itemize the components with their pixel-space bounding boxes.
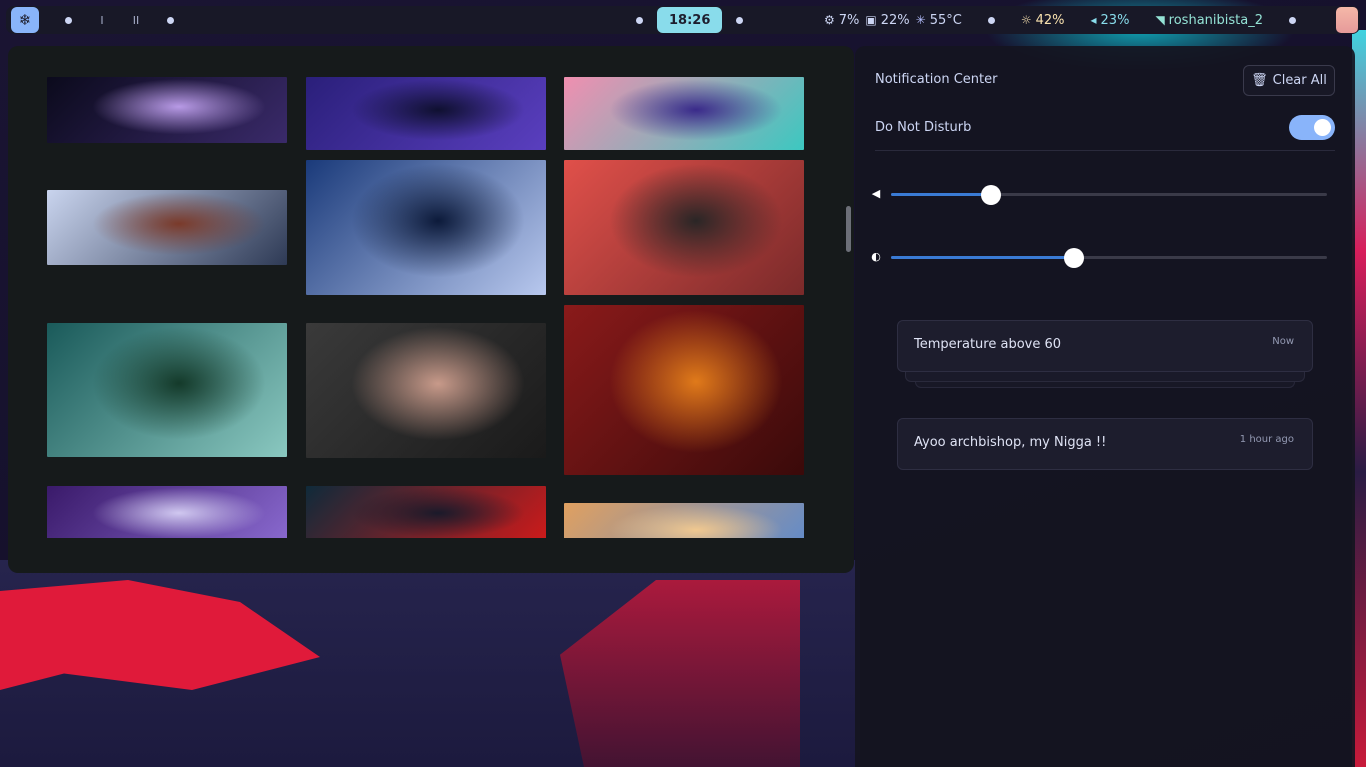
top-bar: ❄ I II 18:26 ⚙ 7% ▣ 22% ✳ 55°C ☼ 42% ◂ 2… bbox=[6, 6, 1360, 34]
notification-stack-shadow bbox=[905, 372, 1305, 382]
workspace-1[interactable] bbox=[51, 16, 85, 24]
system-stats: ⚙ 7% ▣ 22% ✳ 55°C ☼ 42% ◂ 23% ◥ roshanib… bbox=[824, 6, 1296, 34]
wallpaper-artwork bbox=[0, 560, 860, 767]
eclipse-warrior-wallpaper[interactable] bbox=[564, 305, 804, 475]
volume-slider-handle[interactable] bbox=[981, 185, 1002, 205]
brightness-value: 42% bbox=[1035, 12, 1065, 28]
do-not-disturb-toggle[interactable] bbox=[1289, 115, 1335, 140]
purple-wings-wallpaper[interactable] bbox=[47, 486, 287, 538]
workspace-3[interactable]: II bbox=[119, 14, 153, 27]
notification-center-title: Notification Center bbox=[875, 72, 998, 87]
notification-title: Temperature above 60 bbox=[914, 337, 1062, 352]
avatar[interactable] bbox=[1336, 7, 1358, 33]
launcher-button[interactable]: ❄ bbox=[11, 7, 39, 33]
clock[interactable]: 18:26 bbox=[657, 7, 723, 33]
red-figure-wallpaper[interactable] bbox=[306, 486, 546, 538]
separator-dot-icon bbox=[1289, 16, 1296, 24]
separator-dot-icon bbox=[636, 16, 643, 24]
wifi-icon: ◥ bbox=[1155, 13, 1165, 27]
memory-icon: ▣ bbox=[865, 13, 877, 27]
clear-all-label: Clear All bbox=[1272, 73, 1327, 88]
clock-group: 18:26 bbox=[636, 6, 744, 34]
volume[interactable]: ◂ 23% bbox=[1091, 13, 1130, 28]
white-haired-girl-wallpaper[interactable] bbox=[306, 160, 546, 295]
notification-card[interactable]: Temperature above 60 Now bbox=[897, 320, 1313, 372]
workspace-4[interactable] bbox=[153, 16, 187, 24]
anime-flower-goddess-wallpaper[interactable] bbox=[564, 77, 804, 150]
network-name: roshanibista_2 bbox=[1168, 12, 1263, 28]
network[interactable]: ◥ roshanibista_2 bbox=[1155, 13, 1263, 28]
notification-title: Ayoo archbishop, my Nigga !! bbox=[914, 435, 1107, 450]
thermometer-icon: ✳ bbox=[915, 13, 926, 27]
cpu-icon: ⚙ bbox=[824, 13, 835, 27]
sunset-sky-wallpaper[interactable] bbox=[564, 503, 804, 538]
speaker-icon: ◂ bbox=[1090, 13, 1097, 27]
temperature-value: 55°C bbox=[929, 12, 962, 28]
volume-value: 23% bbox=[1100, 12, 1130, 28]
separator-dot-icon bbox=[987, 16, 995, 24]
workspace-indicators: I II bbox=[51, 14, 187, 27]
brightness-slider-handle[interactable] bbox=[1064, 248, 1085, 268]
volume-slider-row: ◀ bbox=[869, 183, 1329, 207]
divider bbox=[875, 150, 1335, 151]
cpu-value: 7% bbox=[838, 12, 860, 28]
galaxy-wallpaper[interactable] bbox=[47, 77, 287, 143]
sun-icon: ☼ bbox=[1020, 13, 1032, 27]
workspace-dot-icon bbox=[166, 16, 174, 24]
notification-card[interactable]: Ayoo archbishop, my Nigga !! 1 hour ago bbox=[897, 418, 1313, 470]
memory-value: 22% bbox=[880, 12, 910, 28]
cpu-usage[interactable]: ⚙ 7% bbox=[824, 13, 859, 28]
clear-all-button[interactable]: 🗑 Clear All bbox=[1243, 65, 1335, 96]
trash-icon: 🗑 bbox=[1251, 73, 1268, 88]
do-not-disturb-label: Do Not Disturb bbox=[875, 120, 972, 135]
scrollbar[interactable] bbox=[846, 206, 851, 252]
brightness-slider-row: ◐ bbox=[869, 246, 1329, 270]
wallpaper-grid bbox=[47, 77, 804, 538]
brightness-icon: ◐ bbox=[871, 250, 881, 263]
brightness-slider[interactable] bbox=[891, 248, 1327, 268]
brightness-slider-fill bbox=[891, 256, 1075, 259]
volume-slider[interactable] bbox=[891, 185, 1327, 205]
memory-usage[interactable]: ▣ 22% bbox=[865, 13, 909, 28]
separator-dot-icon bbox=[736, 16, 744, 24]
brightness[interactable]: ☼ 42% bbox=[1021, 13, 1065, 28]
anime-swordswoman-wallpaper[interactable] bbox=[306, 77, 546, 150]
volume-slider-fill bbox=[891, 193, 992, 196]
lily-pads-wallpaper[interactable] bbox=[47, 323, 287, 457]
notification-time: Now bbox=[1272, 336, 1294, 347]
snowflake-icon: ❄ bbox=[18, 11, 32, 29]
wallpaper-picker bbox=[8, 46, 854, 573]
dark-haired-girl-wallpaper[interactable] bbox=[306, 323, 546, 458]
red-sky-pagoda-wallpaper[interactable] bbox=[564, 160, 804, 295]
temperature[interactable]: ✳ 55°C bbox=[916, 13, 962, 28]
workspace-dot-icon bbox=[64, 16, 72, 24]
notification-time: 1 hour ago bbox=[1239, 434, 1294, 445]
toggle-knob bbox=[1314, 119, 1331, 136]
notification-center: Notification Center 🗑 Clear All Do Not D… bbox=[855, 46, 1355, 767]
workspace-2[interactable]: I bbox=[85, 14, 119, 27]
volume-icon: ◀ bbox=[871, 187, 881, 200]
moon-cliff-wallpaper[interactable] bbox=[47, 190, 287, 265]
